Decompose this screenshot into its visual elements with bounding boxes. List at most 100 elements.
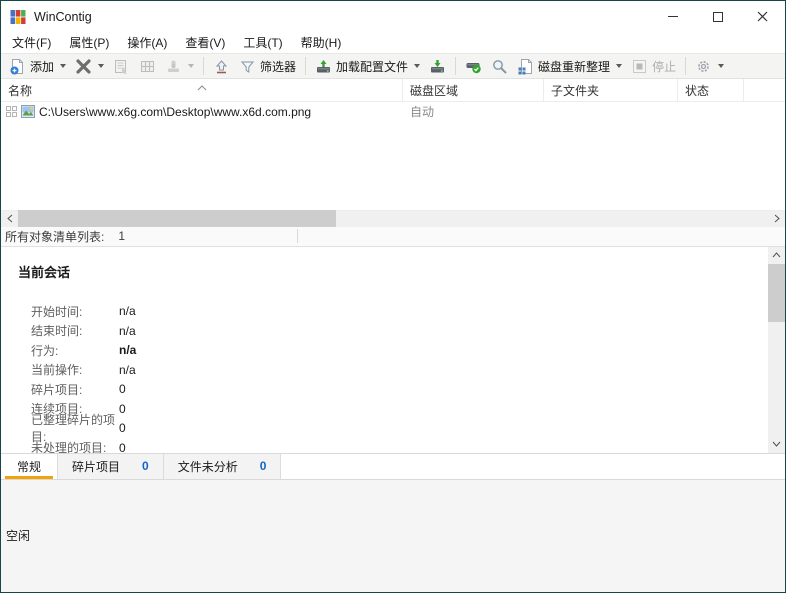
fragment-state-icon <box>6 106 17 117</box>
vertical-scrollbar[interactable] <box>768 246 785 453</box>
file-name-cell: C:\Users\www.x6g.com\Desktop\www.x6d.com… <box>1 105 403 119</box>
load-profile-dropdown-icon[interactable] <box>414 64 421 68</box>
file-path: C:\Users\www.x6g.com\Desktop\www.x6d.com… <box>39 104 312 119</box>
app-logo-icon <box>10 9 26 25</box>
minimize-icon <box>667 16 678 17</box>
minimize-button[interactable] <box>650 1 695 32</box>
filter-button-label: 筛选器 <box>260 59 297 74</box>
tab-files-not-analyzed[interactable]: 文件未分析 0 <box>163 453 282 479</box>
stamp-dropdown-icon <box>188 64 195 68</box>
object-count-label: 所有对象清单列表: <box>5 229 105 244</box>
remove-button[interactable] <box>71 56 108 77</box>
horizontal-scrollbar-thumb[interactable] <box>18 210 336 227</box>
column-header-disk-area[interactable]: 磁盘区域 <box>403 79 544 101</box>
move-top-icon <box>215 59 228 73</box>
close-icon <box>757 11 768 22</box>
stamp-icon <box>168 60 180 72</box>
maximize-icon <box>712 11 723 22</box>
load-profile-button[interactable]: 加载配置文件 <box>311 56 424 77</box>
wincontig-window: WinContig 文件(F) 属性(P) 操作(A) 查看(V) 工具(T) … <box>0 0 786 593</box>
session-field-fragmented-items: 碎片项目: 0 <box>31 382 126 397</box>
defragment-icon <box>518 58 533 74</box>
session-content: 当前会话 开始时间: n/a 结束时间: n/a 行为: n/a 当前操作: n… <box>1 247 768 453</box>
vertical-scrollbar-thumb[interactable] <box>768 263 785 322</box>
list-header: 名称 磁盘区域 子文件夹 状态 <box>1 79 785 102</box>
window-title: WinContig <box>34 9 92 24</box>
stop-button: 停止 <box>627 56 680 77</box>
session-title: 当前会话 <box>18 264 71 280</box>
filter-button[interactable]: 筛选器 <box>235 56 300 77</box>
menu-properties[interactable]: 属性(P) <box>60 32 118 53</box>
column-header-subfolder[interactable]: 子文件夹 <box>544 79 678 101</box>
infobar-divider <box>297 229 299 243</box>
sort-ascending-icon <box>197 80 207 94</box>
add-dropdown-icon[interactable] <box>60 64 67 68</box>
menu-help[interactable]: 帮助(H) <box>292 32 351 53</box>
move-top-button[interactable] <box>209 56 234 77</box>
settings-button[interactable] <box>691 56 728 77</box>
horizontal-scrollbar[interactable] <box>1 209 785 227</box>
table-row[interactable]: C:\Users\www.x6g.com\Desktop\www.x6d.com… <box>1 102 785 121</box>
stamp-button <box>161 56 198 77</box>
window-controls <box>650 1 785 32</box>
remove-x-icon <box>76 58 91 74</box>
image-file-icon <box>21 105 35 118</box>
session-field-unprocessed-items: 未处理的项目: 0 <box>31 440 126 453</box>
defragment-dropdown-icon[interactable] <box>616 64 623 68</box>
session-panel: 当前会话 开始时间: n/a 结束时间: n/a 行为: n/a 当前操作: n… <box>1 246 785 453</box>
settings-dropdown-icon[interactable] <box>718 64 725 68</box>
add-button[interactable]: 添加 <box>5 56 70 77</box>
defragment-button[interactable]: 磁盘重新整理 <box>513 56 626 77</box>
tab-not-analyzed-count: 0 <box>259 459 267 473</box>
column-header-status[interactable]: 状态 <box>678 79 744 101</box>
tab-fragmented-count: 0 <box>142 459 149 473</box>
add-button-label: 添加 <box>30 59 55 74</box>
scroll-left-button[interactable] <box>1 210 18 227</box>
session-fields: 开始时间: n/a 结束时间: n/a 行为: n/a 当前操作: n/a 碎片… <box>1 302 768 453</box>
chevron-up-icon <box>772 252 781 258</box>
scroll-up-button[interactable] <box>768 247 785 264</box>
session-field-end-time: 结束时间: n/a <box>31 323 136 339</box>
chevron-left-icon <box>6 214 12 223</box>
tab-not-analyzed-label: 文件未分析 <box>177 459 238 474</box>
tab-general[interactable]: 常规 <box>1 453 58 479</box>
title-bar: WinContig <box>1 1 785 32</box>
menu-file[interactable]: 文件(F) <box>3 32 60 53</box>
load-profile-icon <box>317 59 331 72</box>
session-field-defragmented-items: 已整理碎片的项目: 0 <box>31 413 126 445</box>
properties-icon <box>115 59 128 74</box>
status-text: 空闲 <box>6 529 31 544</box>
scroll-down-button[interactable] <box>768 436 785 453</box>
toolbar-separator <box>203 57 205 75</box>
tab-fragmented-items[interactable]: 碎片项目 0 <box>58 453 164 479</box>
analyze-button[interactable] <box>487 56 512 77</box>
bottom-tab-bar: 常规 碎片项目 0 文件未分析 0 <box>1 452 785 479</box>
check-disk-button[interactable] <box>461 56 486 77</box>
maximize-button[interactable] <box>695 1 740 32</box>
stop-icon <box>633 59 647 73</box>
layout-button <box>135 56 160 77</box>
tab-general-label: 常规 <box>16 459 41 474</box>
session-field-action: 行为: n/a <box>31 343 137 358</box>
toolbar-separator <box>685 57 687 75</box>
menu-tools[interactable]: 工具(T) <box>234 32 291 53</box>
toolbar: 添加 筛选器 加载配置文件 磁盘重新整理 停止 <box>1 53 785 79</box>
add-file-icon <box>10 58 23 74</box>
defragment-label: 磁盘重新整理 <box>538 59 611 74</box>
close-button[interactable] <box>740 1 785 32</box>
chevron-right-icon <box>774 214 780 223</box>
save-profile-button[interactable] <box>425 56 450 77</box>
magnifier-icon <box>493 59 507 73</box>
scroll-right-button[interactable] <box>768 210 785 227</box>
tab-fragmented-label: 碎片项目 <box>72 459 121 474</box>
filter-funnel-icon <box>240 61 255 73</box>
file-list[interactable]: C:\Users\www.x6g.com\Desktop\www.x6d.com… <box>1 102 785 210</box>
remove-dropdown-icon[interactable] <box>98 64 105 68</box>
menu-view[interactable]: 查看(V) <box>176 32 234 53</box>
grid-icon <box>141 60 155 72</box>
menu-actions[interactable]: 操作(A) <box>118 32 176 53</box>
gear-icon <box>698 60 709 72</box>
properties-button <box>109 56 134 77</box>
disk-area-cell: 自动 <box>410 105 435 119</box>
object-count-value: 1 <box>118 229 126 243</box>
